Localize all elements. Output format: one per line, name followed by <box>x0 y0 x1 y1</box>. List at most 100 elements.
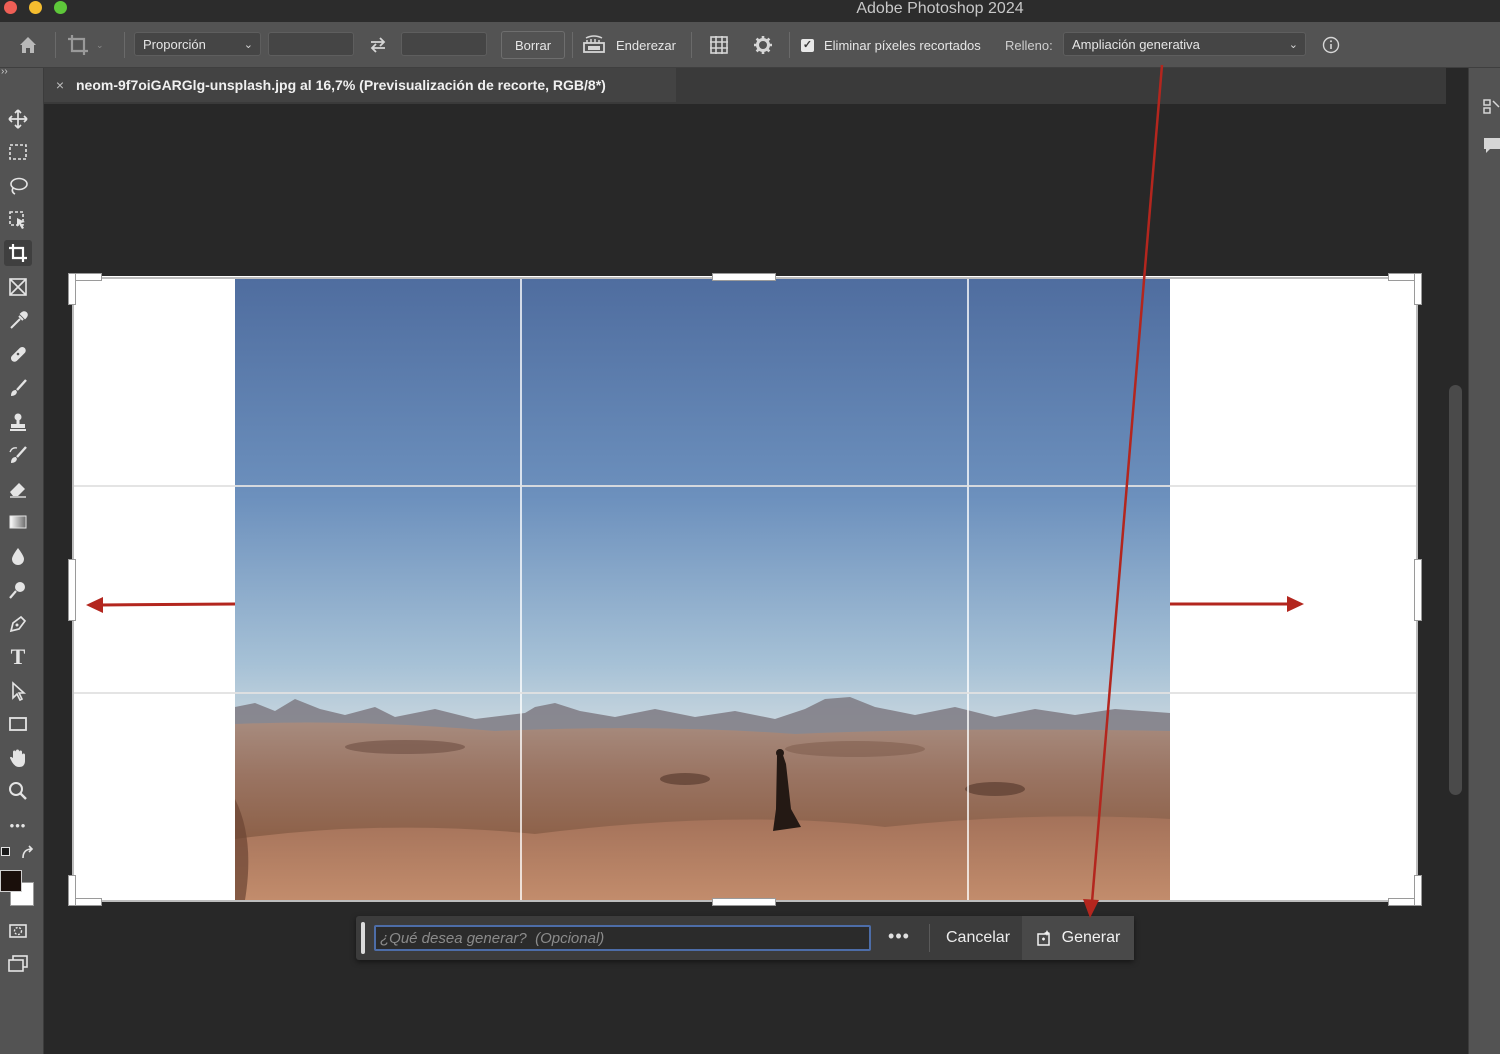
drop-icon <box>12 548 24 565</box>
foreground-color-swatch[interactable] <box>0 870 22 892</box>
overlay-options-button[interactable] <box>706 22 732 68</box>
eraser-tool[interactable] <box>4 476 32 502</box>
gradient-tool[interactable] <box>4 509 32 535</box>
separator <box>691 32 692 58</box>
crop-handle-bottom[interactable] <box>713 899 775 905</box>
brush-tool[interactable] <box>4 375 32 401</box>
path-selection-tool[interactable] <box>4 678 32 704</box>
pen-tool[interactable] <box>4 611 32 637</box>
document-tab-bar: × neom-9f7oiGARGlg-unsplash.jpg al 16,7%… <box>44 68 1446 104</box>
crop-tool[interactable] <box>4 240 32 266</box>
rectangle-tool[interactable] <box>4 711 32 737</box>
fill-label: Relleno: <box>1005 37 1053 53</box>
app-title: Adobe Photoshop 2024 <box>856 0 1024 17</box>
ratio-select[interactable]: Proporción ⌄ <box>134 32 261 56</box>
crop-handle-left[interactable] <box>69 560 75 620</box>
crop-handle-bottom-left[interactable] <box>69 876 75 905</box>
info-icon <box>1322 36 1340 54</box>
crop-handle-top-left[interactable] <box>69 274 75 304</box>
generate-button[interactable]: Generar <box>1022 916 1134 960</box>
delete-cropped-label: Eliminar píxeles recortados <box>824 37 981 53</box>
cancel-button[interactable]: Cancelar <box>936 916 1020 960</box>
height-input[interactable] <box>401 32 487 56</box>
generate-prompt-input[interactable] <box>374 925 871 951</box>
crop-boundary[interactable] <box>72 277 1418 902</box>
crop-handle-bottom-right[interactable] <box>1415 876 1421 905</box>
photoshop-window: Adobe Photoshop 2024 ⌄ Proporción ⌄ Borr… <box>0 0 1500 1054</box>
frame-tool[interactable] <box>4 274 32 300</box>
default-colors-icon[interactable] <box>1 847 10 856</box>
panels-icon[interactable] <box>1483 98 1500 118</box>
info-button[interactable] <box>1320 22 1342 68</box>
gear-icon <box>754 36 772 54</box>
drag-handle[interactable] <box>361 922 365 954</box>
home-button[interactable] <box>14 22 42 68</box>
dodge-icon <box>9 582 25 599</box>
more-icon: ••• <box>9 817 27 833</box>
chevron-down-icon: ⌄ <box>243 39 253 51</box>
crop-tool-icon <box>68 35 88 55</box>
eyedropper-icon <box>10 311 28 329</box>
grid-overlay-icon <box>710 36 728 54</box>
marquee-tool[interactable] <box>4 139 32 165</box>
lasso-icon <box>10 177 28 195</box>
width-input[interactable] <box>268 32 354 56</box>
move-tool[interactable] <box>4 106 32 132</box>
clone-stamp-tool[interactable] <box>4 409 32 435</box>
separator <box>55 32 56 58</box>
quick-mask-button[interactable] <box>4 918 32 944</box>
blur-tool[interactable] <box>4 543 32 569</box>
swap-dimensions-button[interactable] <box>364 22 392 68</box>
comments-icon[interactable] <box>1483 136 1500 156</box>
delete-cropped-checkbox[interactable]: ✓ <box>801 39 814 52</box>
clear-button[interactable]: Borrar <box>501 31 565 59</box>
healing-brush-tool[interactable] <box>4 341 32 367</box>
close-icon[interactable]: × <box>44 77 76 93</box>
straighten-icon <box>583 35 605 53</box>
ratio-select-value: Proporción <box>143 36 206 52</box>
fill-select[interactable]: Ampliación generativa ⌄ <box>1063 32 1306 56</box>
document-tab[interactable]: × neom-9f7oiGARGlg-unsplash.jpg al 16,7%… <box>44 68 676 102</box>
document-tab-title: neom-9f7oiGARGlg-unsplash.jpg al 16,7% (… <box>76 77 606 93</box>
hand-tool[interactable] <box>4 745 32 771</box>
fill-select-value: Ampliación generativa <box>1072 36 1200 52</box>
zoom-tool[interactable] <box>4 778 32 804</box>
frame-icon <box>9 278 27 296</box>
marquee-icon <box>9 144 27 160</box>
crop-handle-top-right[interactable] <box>1415 274 1421 304</box>
more-options-button[interactable]: ••• <box>884 924 914 952</box>
vertical-scrollbar[interactable] <box>1449 385 1462 795</box>
quick-mask-icon <box>9 924 27 938</box>
object-selection-icon <box>9 211 25 229</box>
crop-icon <box>9 244 27 262</box>
pointer-icon <box>12 681 27 702</box>
object-selection-tool[interactable] <box>4 207 32 233</box>
collapse-panel-icon[interactable]: ›› <box>1 66 8 77</box>
eyedropper-tool[interactable] <box>4 308 32 334</box>
dodge-tool[interactable] <box>4 577 32 603</box>
screen-mode-button[interactable] <box>4 951 32 977</box>
stamp-icon <box>10 413 26 431</box>
straighten-button[interactable]: Enderezar <box>582 22 676 68</box>
crop-handle-right[interactable] <box>1415 560 1421 620</box>
separator <box>929 924 930 952</box>
chevron-down-icon: ⌄ <box>1288 39 1298 51</box>
rectangle-icon <box>9 717 27 731</box>
gradient-icon <box>9 515 27 529</box>
options-bar: ⌄ Proporción ⌄ Borrar Enderezar ✓ Elimin… <box>0 22 1500 68</box>
crop-handle-top[interactable] <box>713 274 775 280</box>
brush-icon <box>11 379 27 396</box>
generative-prompt-bar: ••• Cancelar Generar <box>356 916 1134 960</box>
crop-settings-button[interactable] <box>750 22 776 68</box>
generate-icon <box>1036 930 1050 946</box>
move-icon <box>8 109 28 129</box>
bandage-icon <box>10 346 26 362</box>
more-tools-button[interactable]: ••• <box>4 812 32 838</box>
separator <box>789 32 790 58</box>
history-brush-tool[interactable] <box>4 442 32 468</box>
tool-preset-picker[interactable]: ⌄ <box>66 22 116 68</box>
type-tool[interactable]: T <box>4 644 32 670</box>
right-panel-dock <box>1468 68 1500 1054</box>
lasso-tool[interactable] <box>4 173 32 199</box>
swap-colors-icon[interactable] <box>20 845 36 861</box>
